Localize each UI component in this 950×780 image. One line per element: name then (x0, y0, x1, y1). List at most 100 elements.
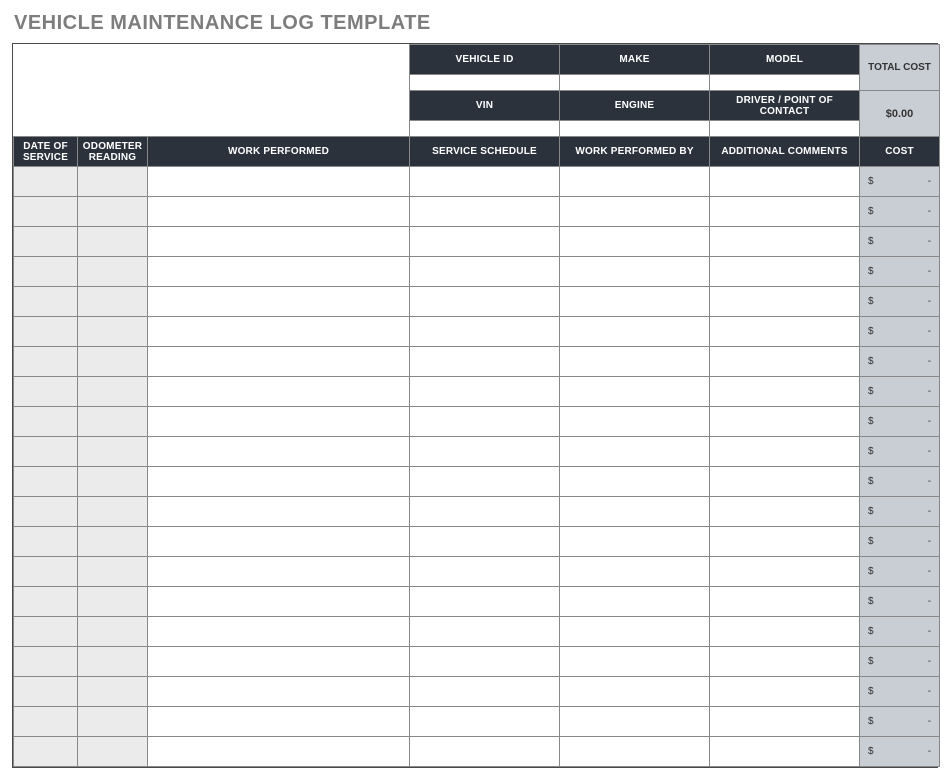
cell-date-of-service[interactable] (14, 737, 78, 767)
cell-work-performed-by[interactable] (560, 737, 710, 767)
cell-additional-comments[interactable] (710, 677, 860, 707)
cell-odometer[interactable] (78, 647, 148, 677)
cell-odometer[interactable] (78, 407, 148, 437)
cell-additional-comments[interactable] (710, 707, 860, 737)
cell-work-performed-by[interactable] (560, 467, 710, 497)
cell-work-performed-by[interactable] (560, 167, 710, 197)
cell-date-of-service[interactable] (14, 557, 78, 587)
cell-cost[interactable]: $- (860, 197, 940, 227)
cell-cost[interactable]: $- (860, 557, 940, 587)
cell-additional-comments[interactable] (710, 317, 860, 347)
cell-cost[interactable]: $- (860, 287, 940, 317)
cell-work-performed[interactable] (148, 407, 410, 437)
cell-work-performed[interactable] (148, 737, 410, 767)
cell-service-schedule[interactable] (410, 467, 560, 497)
cell-service-schedule[interactable] (410, 347, 560, 377)
cell-service-schedule[interactable] (410, 287, 560, 317)
cell-work-performed[interactable] (148, 707, 410, 737)
cell-odometer[interactable] (78, 257, 148, 287)
engine-value[interactable] (560, 121, 710, 137)
cell-date-of-service[interactable] (14, 407, 78, 437)
cell-additional-comments[interactable] (710, 587, 860, 617)
cell-date-of-service[interactable] (14, 197, 78, 227)
cell-cost[interactable]: $- (860, 647, 940, 677)
cell-date-of-service[interactable] (14, 587, 78, 617)
cell-cost[interactable]: $- (860, 587, 940, 617)
cell-additional-comments[interactable] (710, 497, 860, 527)
cell-cost[interactable]: $- (860, 377, 940, 407)
cell-cost[interactable]: $- (860, 227, 940, 257)
cell-additional-comments[interactable] (710, 737, 860, 767)
cell-service-schedule[interactable] (410, 647, 560, 677)
cell-service-schedule[interactable] (410, 737, 560, 767)
cell-odometer[interactable] (78, 377, 148, 407)
cell-cost[interactable]: $- (860, 497, 940, 527)
cell-work-performed[interactable] (148, 677, 410, 707)
cell-work-performed[interactable] (148, 287, 410, 317)
cell-work-performed[interactable] (148, 527, 410, 557)
cell-date-of-service[interactable] (14, 677, 78, 707)
cell-date-of-service[interactable] (14, 467, 78, 497)
cell-service-schedule[interactable] (410, 407, 560, 437)
cell-odometer[interactable] (78, 737, 148, 767)
cell-service-schedule[interactable] (410, 497, 560, 527)
cell-work-performed-by[interactable] (560, 437, 710, 467)
cell-odometer[interactable] (78, 467, 148, 497)
cell-work-performed-by[interactable] (560, 587, 710, 617)
cell-cost[interactable]: $- (860, 257, 940, 287)
cell-odometer[interactable] (78, 287, 148, 317)
cell-odometer[interactable] (78, 707, 148, 737)
cell-service-schedule[interactable] (410, 617, 560, 647)
cell-work-performed[interactable] (148, 197, 410, 227)
driver-value[interactable] (710, 121, 860, 137)
cell-odometer[interactable] (78, 587, 148, 617)
cell-service-schedule[interactable] (410, 167, 560, 197)
cell-additional-comments[interactable] (710, 197, 860, 227)
cell-additional-comments[interactable] (710, 617, 860, 647)
cell-odometer[interactable] (78, 197, 148, 227)
cell-additional-comments[interactable] (710, 437, 860, 467)
cell-date-of-service[interactable] (14, 347, 78, 377)
cell-additional-comments[interactable] (710, 167, 860, 197)
cell-odometer[interactable] (78, 437, 148, 467)
cell-work-performed[interactable] (148, 257, 410, 287)
cell-work-performed[interactable] (148, 347, 410, 377)
cell-odometer[interactable] (78, 317, 148, 347)
cell-service-schedule[interactable] (410, 197, 560, 227)
cell-service-schedule[interactable] (410, 587, 560, 617)
cell-date-of-service[interactable] (14, 647, 78, 677)
cell-work-performed-by[interactable] (560, 287, 710, 317)
cell-date-of-service[interactable] (14, 437, 78, 467)
cell-work-performed-by[interactable] (560, 197, 710, 227)
cell-work-performed[interactable] (148, 557, 410, 587)
cell-odometer[interactable] (78, 677, 148, 707)
cell-odometer[interactable] (78, 167, 148, 197)
cell-service-schedule[interactable] (410, 257, 560, 287)
cell-work-performed[interactable] (148, 167, 410, 197)
cell-work-performed[interactable] (148, 227, 410, 257)
cell-additional-comments[interactable] (710, 527, 860, 557)
cell-work-performed-by[interactable] (560, 257, 710, 287)
cell-service-schedule[interactable] (410, 317, 560, 347)
cell-additional-comments[interactable] (710, 467, 860, 497)
cell-cost[interactable]: $- (860, 707, 940, 737)
cell-work-performed[interactable] (148, 377, 410, 407)
cell-work-performed-by[interactable] (560, 317, 710, 347)
cell-cost[interactable]: $- (860, 437, 940, 467)
cell-odometer[interactable] (78, 557, 148, 587)
vin-value[interactable] (410, 121, 560, 137)
cell-additional-comments[interactable] (710, 557, 860, 587)
cell-date-of-service[interactable] (14, 257, 78, 287)
cell-work-performed[interactable] (148, 647, 410, 677)
cell-work-performed-by[interactable] (560, 527, 710, 557)
cell-date-of-service[interactable] (14, 167, 78, 197)
cell-additional-comments[interactable] (710, 647, 860, 677)
cell-additional-comments[interactable] (710, 407, 860, 437)
cell-work-performed[interactable] (148, 317, 410, 347)
cell-additional-comments[interactable] (710, 257, 860, 287)
cell-date-of-service[interactable] (14, 227, 78, 257)
cell-date-of-service[interactable] (14, 617, 78, 647)
cell-cost[interactable]: $- (860, 677, 940, 707)
cell-work-performed[interactable] (148, 617, 410, 647)
cell-service-schedule[interactable] (410, 677, 560, 707)
